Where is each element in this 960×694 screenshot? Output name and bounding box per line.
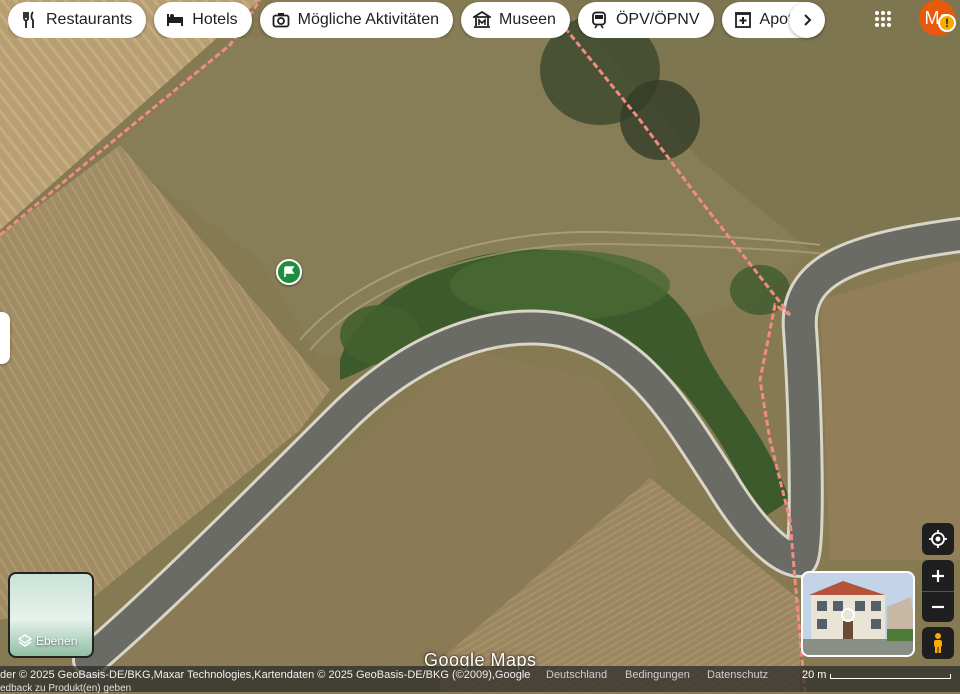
footer-link-country[interactable]: Deutschland <box>546 669 607 681</box>
chip-museums[interactable]: Museen <box>461 2 570 38</box>
flag-icon <box>284 266 295 277</box>
camera-icon <box>272 13 290 28</box>
street-view-preview-image <box>803 573 913 655</box>
layers-label: Ebenen <box>36 634 78 648</box>
google-apps-button[interactable] <box>866 2 900 36</box>
account-warning-badge: ! <box>938 14 956 32</box>
minus-icon <box>932 605 944 609</box>
museum-icon <box>473 11 492 28</box>
side-panel-toggle[interactable] <box>0 312 10 364</box>
chip-hotels[interactable]: Hotels <box>154 2 252 38</box>
chip-activities[interactable]: Mögliche Aktivitäten <box>259 2 454 38</box>
street-view-pegman-button[interactable] <box>922 627 954 659</box>
send-feedback-link[interactable]: edback zu Produkt(en) geben <box>0 683 131 694</box>
location-target-icon <box>929 530 947 548</box>
chevron-right-icon <box>804 14 812 26</box>
category-chip-bar: Restaurants Hotels Mögliche Aktivitäten … <box>8 2 824 38</box>
map-attribution: der © 2025 GeoBasis-DE/BKG,Maxar Technol… <box>0 669 531 681</box>
layers-icon <box>18 634 32 647</box>
layers-button[interactable]: Ebenen <box>8 572 94 658</box>
street-view-thumbnail[interactable] <box>801 571 915 657</box>
zoom-in-button[interactable] <box>922 560 954 591</box>
scale-bar <box>830 674 951 679</box>
chip-label: Hotels <box>192 11 238 28</box>
chip-label: Museen <box>499 11 556 28</box>
apps-grid-icon <box>875 11 891 27</box>
train-icon <box>592 11 606 29</box>
chip-transit[interactable]: ÖPV/ÖPNV <box>577 2 714 38</box>
chip-label: Restaurants <box>46 11 133 28</box>
scale-label[interactable]: 20 m <box>802 669 826 681</box>
chip-restaurants[interactable]: Restaurants <box>8 2 147 38</box>
chips-next-button[interactable] <box>789 2 825 38</box>
warning-icon: ! <box>945 16 949 30</box>
pharmacy-icon <box>734 12 751 28</box>
fork-knife-icon <box>23 11 34 28</box>
plus-icon <box>932 569 944 582</box>
pegman-icon <box>934 633 942 653</box>
zoom-out-button[interactable] <box>922 591 954 622</box>
map-footer: der © 2025 GeoBasis-DE/BKG,Maxar Technol… <box>0 666 960 694</box>
chip-label: Mögliche Aktivitäten <box>297 11 440 28</box>
layers-label-row: Ebenen <box>18 634 77 648</box>
footer-link-terms[interactable]: Bedingungen <box>625 669 690 681</box>
bed-icon <box>167 14 184 26</box>
map-pin-flag[interactable] <box>276 259 302 285</box>
footer-link-privacy[interactable]: Datenschutz <box>707 669 768 681</box>
chip-label: ÖPV/ÖPNV <box>615 11 700 28</box>
my-location-button[interactable] <box>922 523 954 555</box>
